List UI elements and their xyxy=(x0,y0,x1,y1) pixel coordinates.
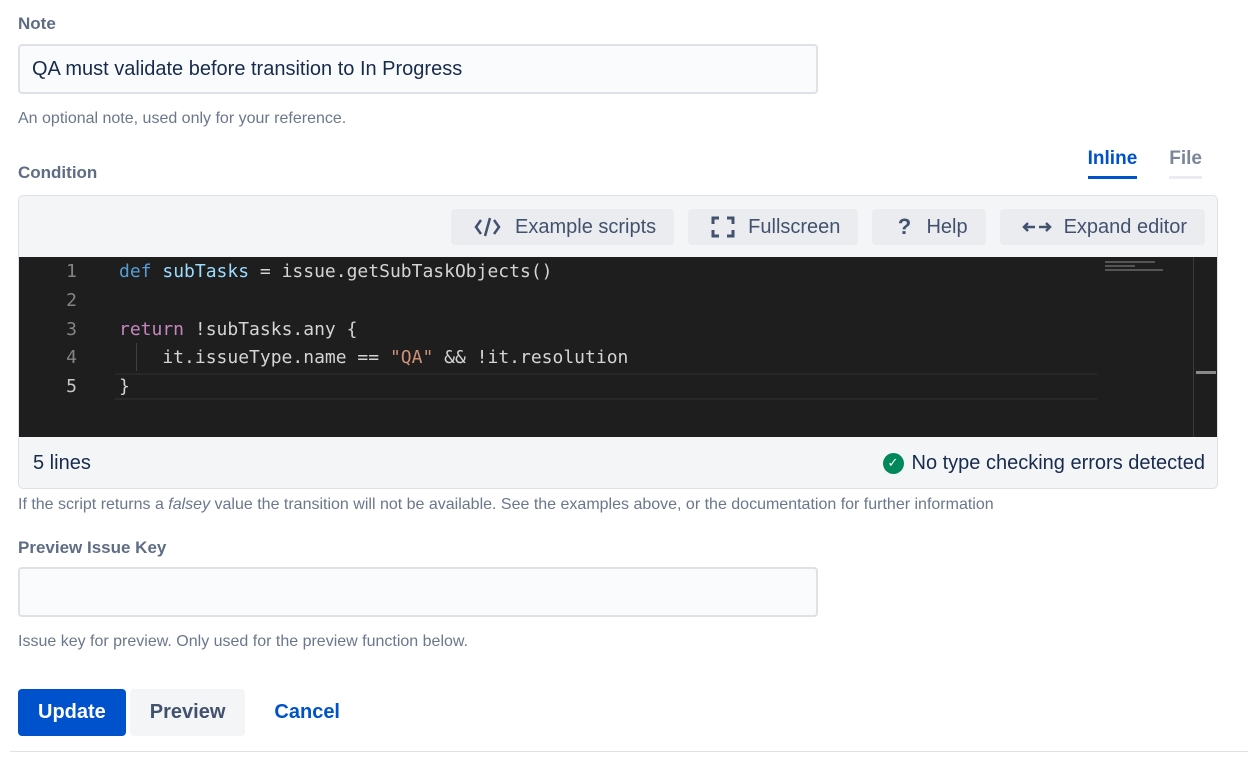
code-line: 1 def subTasks = issue.getSubTaskObjects… xyxy=(19,257,1099,285)
fullscreen-button[interactable]: Fullscreen xyxy=(688,209,859,245)
code-editor-area[interactable]: 1 def subTasks = issue.getSubTaskObjects… xyxy=(19,257,1217,437)
type-check-status: ✓ No type checking errors detected xyxy=(882,451,1206,475)
help-button[interactable]: ? Help xyxy=(872,209,986,245)
check-circle-icon: ✓ xyxy=(882,452,904,474)
line-number: 3 xyxy=(66,318,77,340)
code-minimap[interactable] xyxy=(1105,261,1165,275)
tab-inline[interactable]: Inline xyxy=(1087,146,1138,179)
preview-button[interactable]: Preview xyxy=(129,689,246,736)
condition-helper-text: If the script returns a falsey value the… xyxy=(18,496,994,514)
note-input[interactable] xyxy=(18,44,818,94)
script-editor: Example scripts Fullscreen ? Help Expand… xyxy=(18,195,1218,489)
form-actions: Update Preview Cancel xyxy=(18,689,360,736)
code-text: it.issueType.name == "QA" && !it.resolut… xyxy=(119,346,629,368)
preview-key-helper-text: Issue key for preview. Only used for the… xyxy=(18,633,469,650)
helper-suffix: value the transition will not be availab… xyxy=(210,496,994,513)
tab-file[interactable]: File xyxy=(1169,146,1202,179)
script-source-tabs: Inline File xyxy=(1056,146,1202,179)
note-label: Note xyxy=(18,14,56,33)
line-number: 4 xyxy=(66,346,77,368)
cancel-button[interactable]: Cancel xyxy=(254,689,360,736)
note-helper-text: An optional note, used only for your ref… xyxy=(18,110,347,127)
code-line: 5 } xyxy=(19,372,1099,400)
code-text: def subTasks = issue.getSubTaskObjects() xyxy=(119,260,553,282)
fullscreen-icon xyxy=(710,215,736,239)
update-button[interactable]: Update xyxy=(18,689,126,736)
line-number: 2 xyxy=(66,289,77,311)
editor-toolbar: Example scripts Fullscreen ? Help Expand… xyxy=(451,209,1205,245)
editor-status-bar: 5 lines ✓ No type checking errors detect… xyxy=(19,438,1217,488)
fullscreen-label: Fullscreen xyxy=(748,215,841,238)
line-count: 5 lines xyxy=(33,451,91,474)
code-line: 4 it.issueType.name == "QA" && !it.resol… xyxy=(19,343,1099,371)
example-scripts-label: Example scripts xyxy=(515,215,657,238)
helper-emphasis: falsey xyxy=(168,496,211,513)
code-line: 2 xyxy=(19,286,1099,314)
code-text: } xyxy=(119,375,130,397)
type-check-text: No type checking errors detected xyxy=(911,451,1206,474)
expand-editor-button[interactable]: Expand editor xyxy=(999,209,1205,245)
divider xyxy=(10,751,1248,752)
code-text: return !subTasks.any { xyxy=(119,318,358,340)
help-icon: ? xyxy=(897,214,912,239)
line-number: 5 xyxy=(66,375,77,397)
condition-label: Condition xyxy=(18,163,98,182)
editor-scrollbar[interactable] xyxy=(1193,257,1217,437)
help-label: Help xyxy=(926,215,968,238)
code-icon xyxy=(473,215,503,239)
helper-prefix: If the script returns a xyxy=(18,496,169,513)
expand-editor-label: Expand editor xyxy=(1063,215,1187,238)
scrollbar-thumb[interactable] xyxy=(1196,371,1216,374)
line-number: 1 xyxy=(66,260,77,282)
code-line: 3 return !subTasks.any { xyxy=(19,315,1099,343)
preview-issue-key-label: Preview Issue Key xyxy=(18,538,167,557)
expand-icon xyxy=(1021,215,1052,239)
preview-issue-key-input[interactable] xyxy=(18,567,818,617)
example-scripts-button[interactable]: Example scripts xyxy=(451,209,675,245)
